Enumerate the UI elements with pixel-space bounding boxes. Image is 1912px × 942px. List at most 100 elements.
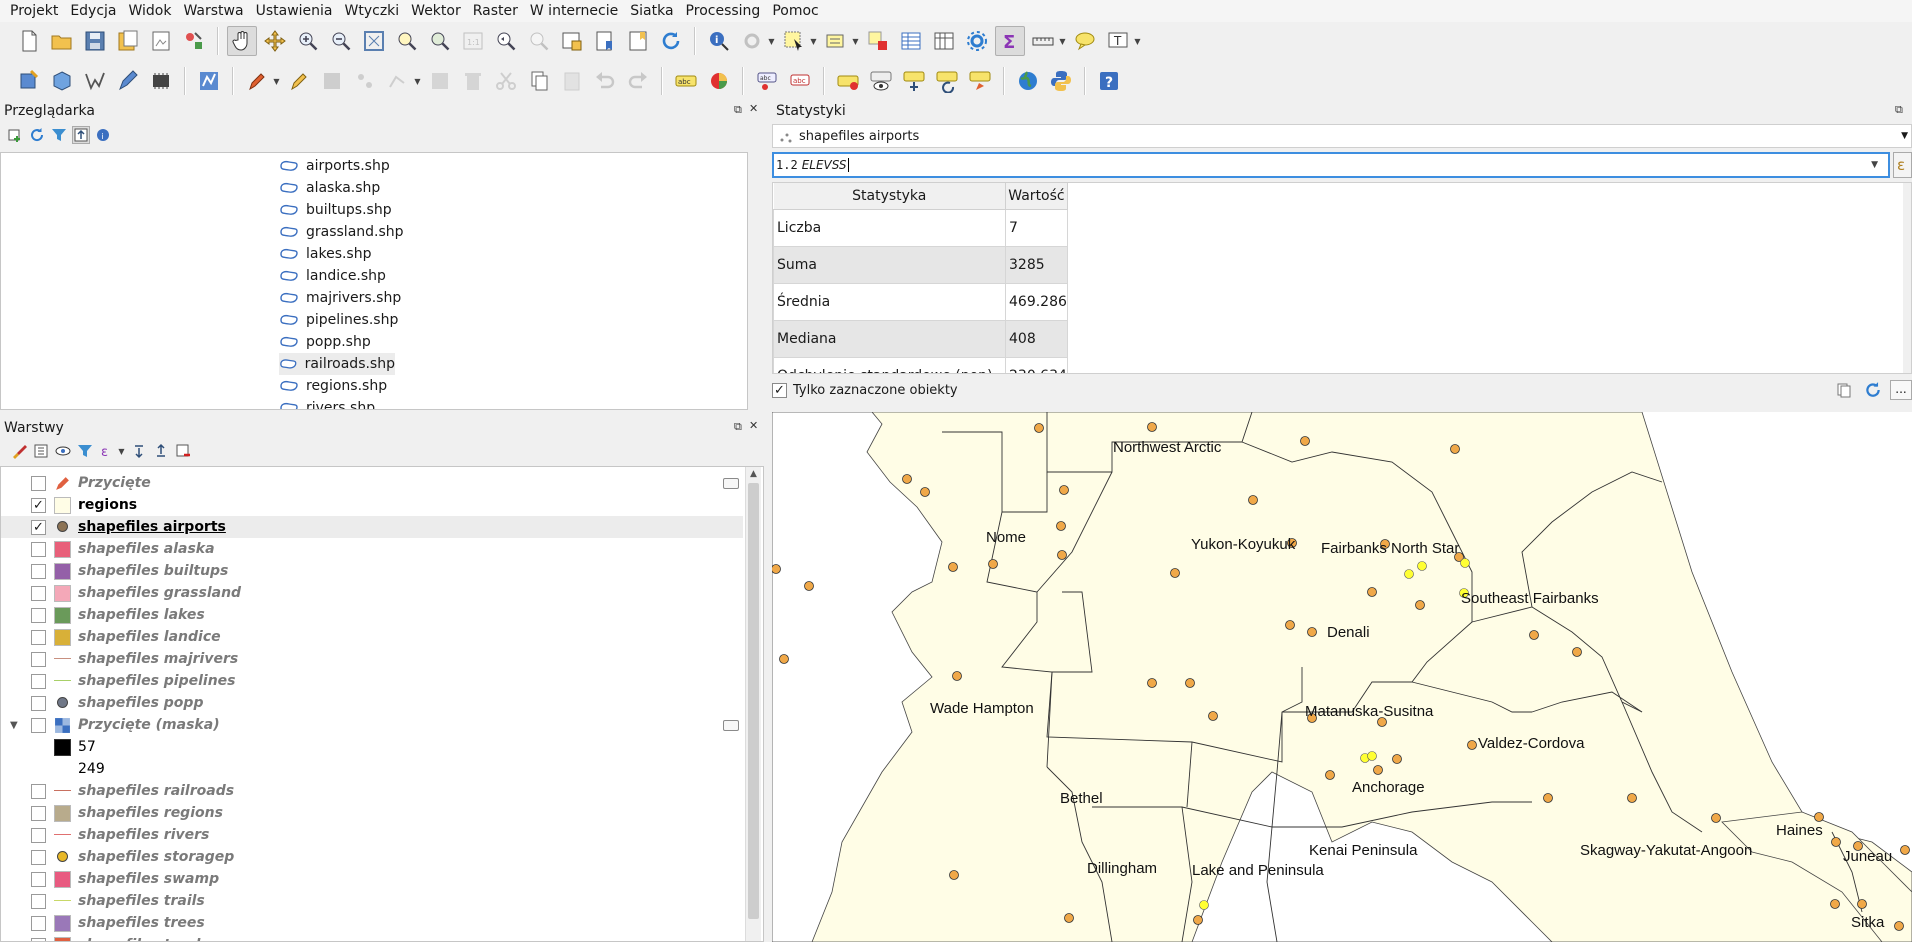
browser-item[interactable]: landice.shp	[279, 265, 386, 287]
statistics-field-combo[interactable]: 1.2 ELEVSS ▼	[772, 152, 1890, 178]
layer-indicator-icon[interactable]	[723, 719, 739, 731]
panel-float-icon[interactable]: ⧉	[734, 420, 742, 434]
style-manager-button[interactable]	[179, 26, 209, 56]
browser-item[interactable]: alaska.shp	[279, 177, 380, 199]
legend-entry[interactable]: 249	[1, 758, 743, 780]
layer-item[interactable]: shapefiles railroads	[1, 780, 743, 802]
chevron-down-icon[interactable]: ▼	[1871, 160, 1878, 170]
zoom-to-layer-button[interactable]	[425, 26, 455, 56]
new-virtual-layer-button[interactable]	[146, 66, 176, 96]
browser-filter-button[interactable]	[50, 126, 68, 144]
pan-map-button[interactable]	[227, 26, 257, 56]
map-tips-button[interactable]	[1070, 26, 1100, 56]
table-row[interactable]: Suma 3285	[773, 245, 1068, 284]
layer-visibility-checkbox[interactable]	[31, 871, 46, 887]
run-action-button[interactable]	[737, 26, 767, 56]
save-edits-button[interactable]	[317, 66, 347, 96]
menu-widok[interactable]: Widok	[123, 0, 178, 22]
layer-item[interactable]: shapefiles trees	[1, 912, 743, 934]
menu-edycja[interactable]: Edycja	[64, 0, 122, 22]
browser-item[interactable]: railroads.shp	[279, 353, 395, 375]
attribute-table-button[interactable]	[896, 26, 926, 56]
layer-item[interactable]: ▼ Przycięte (maska)	[1, 714, 743, 736]
redo-button[interactable]	[623, 66, 653, 96]
layer-visibility-checkbox[interactable]	[31, 717, 46, 733]
show-hide-labels-button[interactable]	[866, 66, 896, 96]
print-layout-button[interactable]	[146, 26, 176, 56]
collapse-all-layers-button[interactable]	[152, 442, 170, 460]
browser-refresh-button[interactable]	[28, 126, 46, 144]
table-row[interactable]: Odchylenie standardowe (pop)230.634	[773, 356, 1068, 373]
chevron-down-icon[interactable]: ▼	[851, 26, 860, 56]
modify-attributes-button[interactable]	[425, 66, 455, 96]
statistics-layer-combo[interactable]: shapefiles airports ▼	[772, 124, 1912, 148]
statistic-name-cell[interactable]: Średnia	[773, 282, 1006, 321]
zoom-to-selection-button[interactable]	[392, 26, 422, 56]
undo-button[interactable]	[590, 66, 620, 96]
new-bookmark-button[interactable]	[590, 26, 620, 56]
layer-item[interactable]: shapefiles landice	[1, 626, 743, 648]
browser-item[interactable]: grassland.shp	[279, 221, 404, 243]
data-source-manager-button[interactable]	[14, 66, 44, 96]
expand-all-button[interactable]	[130, 442, 148, 460]
table-row[interactable]: Mediana 408	[773, 319, 1068, 358]
layer-item[interactable]: shapefiles lakes	[1, 604, 743, 626]
menu-wtyczki[interactable]: Wtyczki	[339, 0, 406, 22]
layer-item[interactable]: shapefiles grassland	[1, 582, 743, 604]
add-feature-button[interactable]	[350, 66, 380, 96]
menu-processing[interactable]: Processing	[680, 0, 767, 22]
identify-button[interactable]: i	[704, 26, 734, 56]
scroll-up-arrow[interactable]: ▲	[746, 467, 761, 481]
python-console-button[interactable]	[1046, 66, 1076, 96]
new-project-button[interactable]	[14, 26, 44, 56]
save-project-button[interactable]	[80, 26, 110, 56]
layer-item[interactable]: shapefiles majrivers	[1, 648, 743, 670]
layer-item[interactable]: shapefiles regions	[1, 802, 743, 824]
menu-warstwa[interactable]: Warstwa	[177, 0, 249, 22]
layer-item[interactable]: ✓ shapefiles airports	[1, 516, 743, 538]
chevron-down-icon[interactable]: ▼	[1901, 131, 1908, 141]
menu-w-internecie[interactable]: W internecie	[524, 0, 624, 22]
remove-layer-button[interactable]	[174, 442, 192, 460]
save-as-button[interactable]	[113, 26, 143, 56]
toolbox-button[interactable]	[962, 26, 992, 56]
menu-raster[interactable]: Raster	[467, 0, 524, 22]
table-row[interactable]: Średnia 469.286	[773, 282, 1068, 321]
layer-visibility-checkbox[interactable]: ✓	[31, 519, 46, 535]
diagram-button[interactable]	[704, 66, 734, 96]
close-icon[interactable]: ✕	[749, 419, 758, 432]
change-label-button[interactable]	[965, 66, 995, 96]
layer-visibility-checkbox[interactable]: ✓	[31, 497, 46, 513]
browser-item[interactable]: lakes.shp	[279, 243, 372, 265]
select-by-value-button[interactable]	[821, 26, 851, 56]
statistics-summary-button[interactable]: Σ	[995, 26, 1025, 56]
layer-item[interactable]: shapefiles storagep	[1, 846, 743, 868]
layer-visibility-checkbox[interactable]	[31, 585, 46, 601]
close-icon[interactable]: ✕	[749, 102, 758, 115]
only-selected-checkbox[interactable]: ✓	[772, 382, 787, 398]
panel-float-icon[interactable]: ⧉	[1895, 103, 1903, 117]
collapse-all-button[interactable]	[72, 126, 90, 144]
label-tool-1-button[interactable]	[833, 66, 863, 96]
quickmapservices-button[interactable]	[1013, 66, 1043, 96]
chevron-down-icon[interactable]: ▼	[10, 720, 18, 731]
chevron-down-icon[interactable]: ▼	[413, 66, 422, 96]
chevron-down-icon[interactable]: ▼	[272, 66, 281, 96]
field-calculator-button[interactable]	[929, 26, 959, 56]
layer-visibility-checkbox[interactable]	[31, 475, 46, 491]
layer-item[interactable]: shapefiles rivers	[1, 824, 743, 846]
layer-indicator-icon[interactable]	[723, 477, 739, 489]
browser-item[interactable]: pipelines.shp	[279, 309, 398, 331]
pin-labels-button[interactable]: abc	[752, 66, 782, 96]
menu-projekt[interactable]: Projekt	[4, 0, 64, 22]
browser-item[interactable]: majrivers.shp	[279, 287, 401, 309]
menu-ustawienia[interactable]: Ustawienia	[250, 0, 339, 22]
panel-float-icon[interactable]: ⧉	[734, 103, 742, 117]
layer-visibility-checkbox[interactable]	[31, 673, 46, 689]
scroll-thumb[interactable]	[748, 483, 759, 919]
menu-pomoc[interactable]: Pomoc	[766, 0, 824, 22]
statistic-value-cell[interactable]: 7	[1005, 208, 1068, 247]
layer-visibility-checkbox[interactable]	[31, 783, 46, 799]
labeling-button[interactable]: abc	[671, 66, 701, 96]
new-map-view-button[interactable]	[557, 26, 587, 56]
